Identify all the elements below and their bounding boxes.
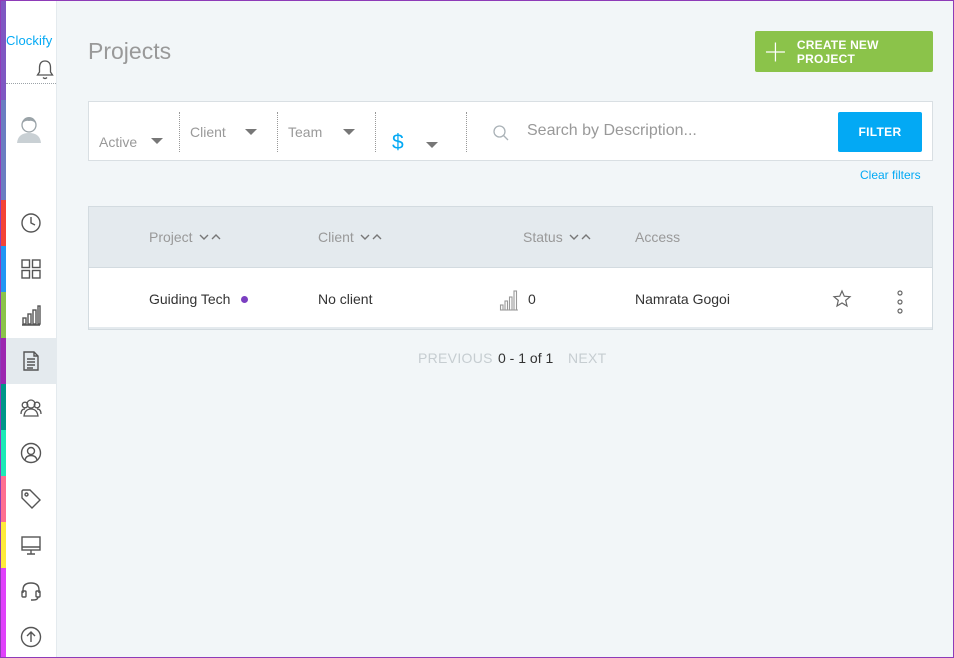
sidebar-item-tags[interactable]: [6, 476, 56, 522]
search-icon: [493, 125, 509, 141]
previous-page-button[interactable]: PREVIOUS: [418, 350, 493, 366]
avatar-icon[interactable]: [15, 114, 43, 144]
sidebar-item-time-tracker[interactable]: [6, 200, 56, 246]
headset-icon: [21, 582, 41, 601]
sidebar-divider: [6, 83, 56, 84]
filter-separator: [277, 112, 278, 152]
column-header-access: Access: [635, 229, 680, 245]
column-header-status[interactable]: Status: [523, 229, 591, 245]
filter-bar: Active Client Team $ FILTER: [88, 101, 933, 161]
next-page-button[interactable]: NEXT: [568, 350, 607, 366]
sidebar-item-support[interactable]: [6, 568, 56, 614]
table-header: Project Client Status Access: [89, 207, 932, 268]
sort-icon: [569, 234, 591, 240]
main-content: Projects CREATE NEW PROJECT Active Clien…: [57, 1, 953, 657]
plus-icon: [765, 42, 785, 61]
sidebar: Clockify: [0, 0, 57, 658]
sort-icon: [360, 234, 382, 240]
chevron-down-icon: [343, 129, 355, 135]
chevron-down-icon: [151, 138, 163, 144]
sidebar-item-reports[interactable]: [6, 292, 56, 338]
column-header-client[interactable]: Client: [318, 229, 382, 245]
project-access: Namrata Gogoi: [635, 291, 730, 307]
status-filter-value: Active: [99, 134, 138, 150]
project-status: 0: [528, 291, 536, 307]
column-header-label: Project: [149, 229, 193, 245]
sidebar-item-clients[interactable]: [6, 430, 56, 476]
dashboard-icon: [21, 259, 41, 279]
sort-icon: [199, 234, 221, 240]
create-project-button[interactable]: CREATE NEW PROJECT: [755, 31, 933, 72]
sidebar-item-teams[interactable]: [6, 384, 56, 430]
bell-icon[interactable]: [35, 59, 55, 81]
clear-filters-link[interactable]: Clear filters: [860, 168, 921, 182]
star-icon[interactable]: [832, 289, 852, 309]
user-icon: [20, 442, 42, 464]
sidebar-strip: [0, 0, 6, 100]
create-project-label: CREATE NEW PROJECT: [796, 37, 879, 66]
billable-filter-dropdown[interactable]: $: [392, 102, 472, 162]
upload-icon: [20, 626, 42, 648]
filter-separator: [466, 112, 467, 152]
page-title: Projects: [88, 38, 172, 64]
team-filter-label: Team: [288, 124, 323, 140]
column-header-label: Status: [523, 229, 563, 245]
filter-separator: [375, 112, 376, 152]
column-header-label: Access: [635, 229, 681, 245]
pagination-range: 0 - 1 of 1: [498, 350, 554, 366]
sidebar-strip: [0, 100, 6, 200]
monitor-icon: [21, 536, 41, 555]
chevron-down-icon: [245, 129, 257, 135]
sidebar-item-dashboard[interactable]: [6, 246, 56, 292]
projects-table: Project Client Status Access Guiding Tec…: [88, 206, 933, 330]
filter-separator: [179, 112, 180, 152]
sidebar-item-upgrade[interactable]: [6, 614, 56, 658]
reports-icon: [22, 305, 41, 326]
project-client: No client: [318, 291, 373, 307]
column-header-project[interactable]: Project: [149, 229, 221, 245]
progress-bars-icon: [499, 290, 518, 311]
projects-icon: [23, 351, 39, 371]
clock-icon: [21, 213, 41, 233]
column-header-label: Client: [318, 229, 354, 245]
project-name[interactable]: Guiding Tech: [149, 291, 230, 307]
project-color-dot: [241, 296, 248, 303]
tag-icon: [21, 489, 41, 509]
search-input[interactable]: [527, 116, 827, 146]
client-filter-dropdown[interactable]: Client: [190, 102, 278, 162]
filter-button[interactable]: FILTER: [838, 112, 922, 152]
app-logo[interactable]: Clockify: [6, 33, 56, 48]
dollar-icon: $: [392, 131, 404, 154]
client-filter-label: Client: [190, 124, 226, 140]
more-options-icon[interactable]: [895, 289, 905, 315]
chevron-down-icon: [426, 142, 438, 148]
status-filter-dropdown[interactable]: Active: [99, 102, 179, 162]
team-filter-dropdown[interactable]: Team: [288, 102, 376, 162]
teams-icon: [20, 399, 42, 417]
sidebar-item-projects[interactable]: [6, 338, 56, 384]
sidebar-item-kiosk[interactable]: [6, 522, 56, 568]
